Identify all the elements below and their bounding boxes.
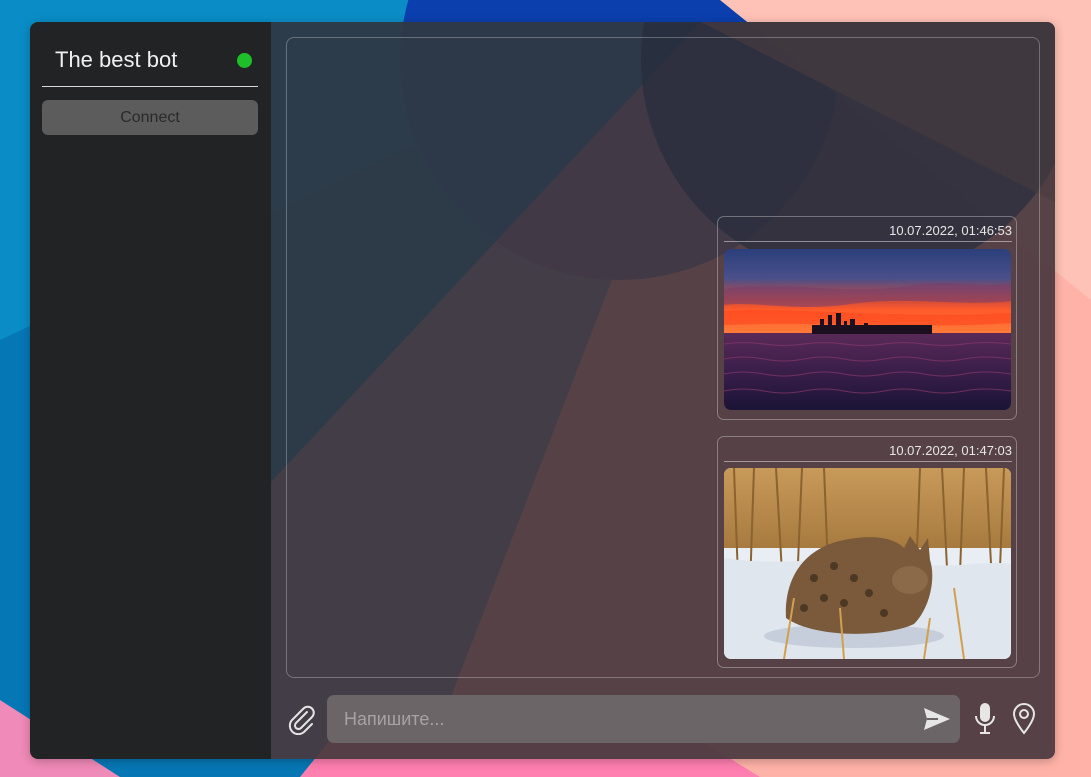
online-status-indicator — [237, 53, 252, 68]
send-icon[interactable] — [923, 706, 951, 732]
bot-name: The best bot — [55, 47, 178, 72]
message-divider — [724, 461, 1012, 462]
message-list[interactable]: 10.07.2022, 01:46:53 10.07.2022, 01:47:0… — [286, 37, 1040, 678]
sidebar: The best bot Connect — [30, 22, 271, 759]
microphone-icon[interactable] — [973, 702, 997, 736]
message-bubble[interactable]: 10.07.2022, 01:47:03 — [717, 436, 1017, 668]
message-composer — [271, 693, 1055, 743]
message-input[interactable] — [327, 695, 960, 743]
message-bubble[interactable]: 10.07.2022, 01:46:53 — [717, 216, 1017, 420]
message-image-sunset[interactable] — [724, 249, 1011, 410]
paperclip-icon[interactable] — [285, 703, 317, 735]
message-image-cat[interactable] — [724, 468, 1011, 659]
messenger-window: The best bot Connect 10.07.2022, 01:46:5… — [30, 22, 1055, 759]
chat-panel: 10.07.2022, 01:46:53 10.07.2022, 01:47:0… — [271, 22, 1055, 759]
message-timestamp: 10.07.2022, 01:46:53 — [889, 223, 1012, 238]
message-timestamp: 10.07.2022, 01:47:03 — [889, 443, 1012, 458]
message-divider — [724, 241, 1012, 242]
location-pin-icon[interactable] — [1012, 702, 1036, 736]
bot-header: The best bot — [42, 36, 258, 87]
connect-button[interactable]: Connect — [42, 100, 258, 135]
